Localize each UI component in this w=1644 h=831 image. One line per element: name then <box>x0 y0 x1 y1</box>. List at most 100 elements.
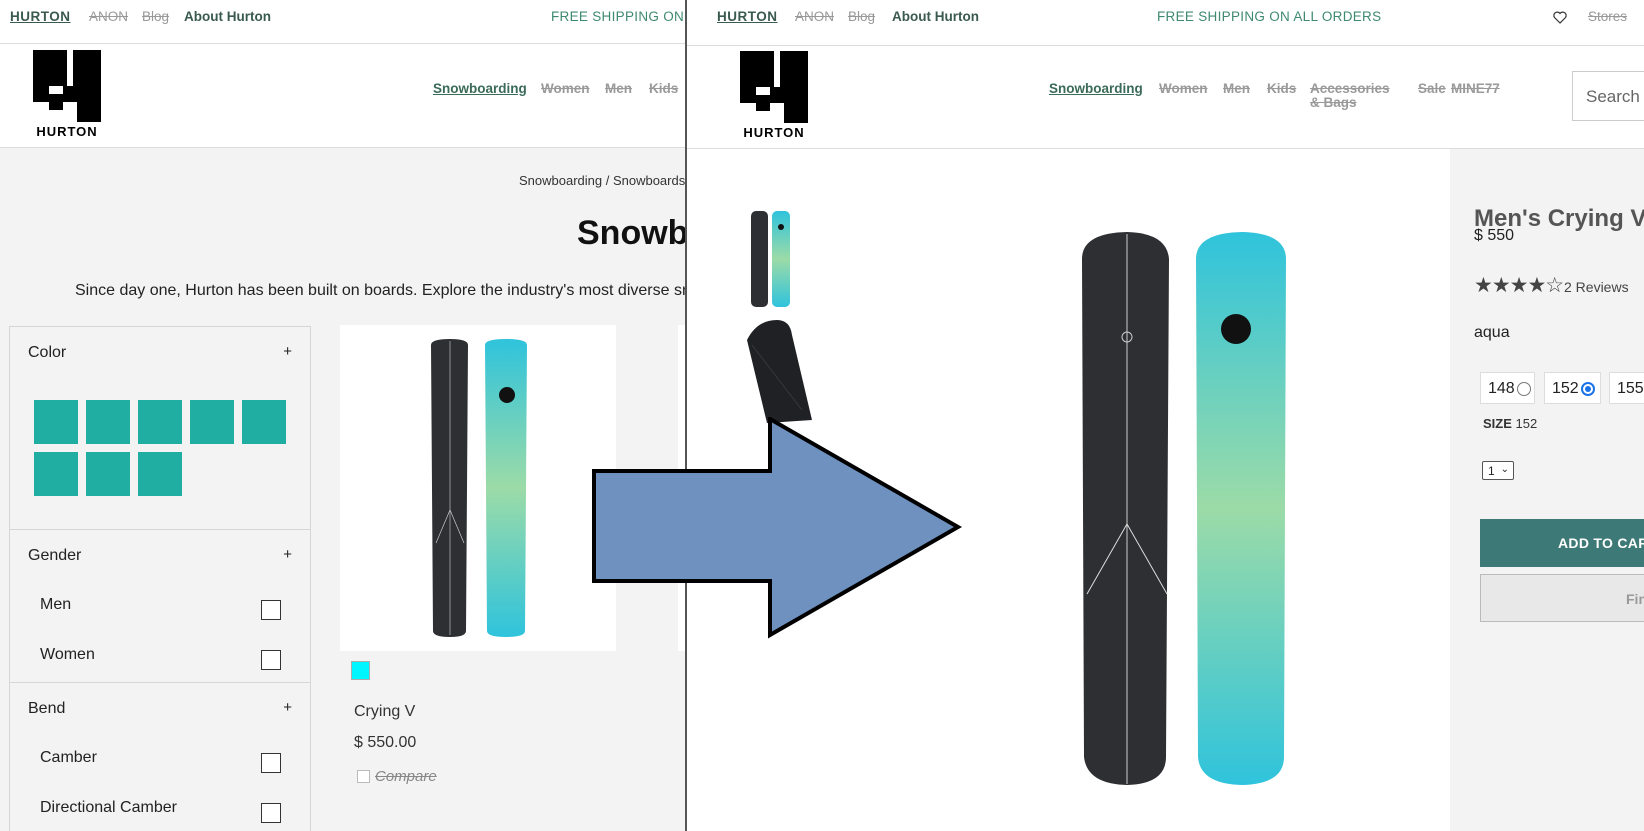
anon-link[interactable]: ANON <box>89 9 128 24</box>
blog-link[interactable]: Blog <box>142 9 169 24</box>
size-label-value: 152 <box>1515 416 1538 431</box>
color-swatch[interactable] <box>138 400 182 444</box>
product-price: $ 550 <box>1474 227 1515 244</box>
filter-checkbox[interactable] <box>261 803 281 823</box>
anon-link[interactable]: ANON <box>795 9 834 24</box>
size-option-155[interactable]: 155 <box>1609 372 1644 404</box>
product-name[interactable]: Crying V <box>354 703 415 721</box>
product-main-image[interactable] <box>1072 229 1322 789</box>
size-label-title: SIZE <box>1483 416 1512 431</box>
filter-option-label: Men <box>40 596 72 613</box>
hurton-logo[interactable]: HURTON <box>738 51 810 141</box>
logo-wordmark: HURTON <box>36 124 98 139</box>
filter-checkbox[interactable] <box>261 600 281 620</box>
brand-link[interactable]: HURTON <box>10 9 71 24</box>
product-price: $ 550.00 <box>354 734 417 751</box>
shipping-banner: FREE SHIPPING ON ALL ORDERS <box>1157 9 1382 24</box>
breadcrumb[interactable]: Snowboarding / Snowboards <box>519 173 685 188</box>
compare-checkbox[interactable] <box>357 770 370 783</box>
filter-option-men[interactable]: Men <box>10 582 310 632</box>
find-label: Find <box>1626 591 1644 607</box>
filter-bend: Bend + Camber Directional Camber <box>10 683 310 831</box>
nav-kids[interactable]: Kids <box>1267 81 1296 96</box>
logo-wordmark: HURTON <box>743 125 805 140</box>
expand-icon[interactable]: + <box>283 343 292 360</box>
color-swatch[interactable] <box>138 452 182 496</box>
selected-color: aqua <box>1474 324 1510 341</box>
filter-bend-label: Bend <box>28 700 66 717</box>
nav-sale[interactable]: Sale <box>1418 81 1446 96</box>
filter-option-label: Directional Camber <box>40 799 177 816</box>
filter-gender-header[interactable]: Gender + <box>10 530 310 582</box>
filter-option-camber[interactable]: Camber <box>10 735 310 785</box>
color-swatch[interactable] <box>190 400 234 444</box>
size-label: SIZE 152 <box>1483 416 1537 431</box>
nav-women[interactable]: Women <box>1159 81 1208 96</box>
star-rating-icon[interactable]: ★★★★☆ <box>1474 273 1564 298</box>
expand-icon[interactable]: + <box>283 699 292 716</box>
size-value: 155 <box>1617 380 1644 397</box>
size-value: 148 <box>1488 380 1515 397</box>
quantity-value: 1 <box>1488 464 1495 478</box>
heart-icon[interactable] <box>1553 11 1567 24</box>
blog-link[interactable]: Blog <box>848 9 875 24</box>
screenshot-composite: HURTON ANON Blog About Hurton FREE SHIPP… <box>0 0 1644 831</box>
size-option-152[interactable]: 152 <box>1544 372 1601 404</box>
product-card-image[interactable] <box>340 325 616 651</box>
nav-snowboarding[interactable]: Snowboarding <box>433 81 527 96</box>
reviews-link[interactable]: 2 Reviews <box>1564 279 1629 295</box>
nav-accessories-bags[interactable]: & Bags <box>1310 95 1357 110</box>
nav-men[interactable]: Men <box>605 81 632 96</box>
filter-option-label: Camber <box>40 749 97 766</box>
quantity-select[interactable]: 1 ⌄ <box>1482 461 1514 480</box>
add-to-cart-label: ADD TO CART <box>1558 535 1644 551</box>
compare-label[interactable]: Compare <box>375 768 437 785</box>
filter-color: Color + <box>10 327 310 530</box>
gallery-thumbnail[interactable] <box>747 209 793 309</box>
snowboard-thumbnail-icon <box>431 339 527 637</box>
color-swatch[interactable] <box>242 400 286 444</box>
chevron-down-icon: ⌄ <box>1500 464 1509 475</box>
color-swatch[interactable] <box>86 400 130 444</box>
product-color-swatch[interactable] <box>351 661 370 680</box>
filter-color-header[interactable]: Color + <box>10 327 310 379</box>
find-button[interactable]: Find <box>1480 574 1644 622</box>
color-swatch[interactable] <box>34 452 78 496</box>
filter-color-label: Color <box>28 344 67 361</box>
expand-icon[interactable]: + <box>283 546 292 563</box>
filter-checkbox[interactable] <box>261 753 281 773</box>
filter-gender-label: Gender <box>28 547 82 564</box>
filter-bend-header[interactable]: Bend + <box>10 683 310 735</box>
nav-accessories[interactable]: Accessories <box>1310 81 1390 96</box>
category-intro: Since day one, Hurton has been built on … <box>75 282 691 299</box>
color-swatch[interactable] <box>34 400 78 444</box>
filter-option-women[interactable]: Women <box>10 632 310 682</box>
stores-link[interactable]: Stores <box>1588 9 1627 24</box>
logo-mark-icon <box>740 51 808 123</box>
size-radio[interactable] <box>1517 382 1531 396</box>
search-input[interactable]: Search <box>1572 71 1644 121</box>
size-radio[interactable] <box>1581 382 1595 396</box>
hurton-logo[interactable]: HURTON <box>31 50 103 140</box>
nav-kids[interactable]: Kids <box>649 81 678 96</box>
brand-link[interactable]: HURTON <box>717 9 778 24</box>
filter-gender: Gender + Men Women <box>10 530 310 683</box>
nav-women[interactable]: Women <box>541 81 590 96</box>
product-page: HURTON ANON Blog About Hurton FREE SHIPP… <box>685 0 1644 831</box>
transition-arrow-icon <box>592 417 962 639</box>
nav-mine77[interactable]: MINE77 <box>1451 81 1500 96</box>
filter-option-directional-camber[interactable]: Directional Camber <box>10 785 310 831</box>
nav-snowboarding[interactable]: Snowboarding <box>1049 81 1143 96</box>
nav-men[interactable]: Men <box>1223 81 1250 96</box>
color-swatches <box>10 379 310 529</box>
about-link[interactable]: About Hurton <box>184 9 271 24</box>
size-value: 152 <box>1552 380 1579 397</box>
about-link[interactable]: About Hurton <box>892 9 979 24</box>
shipping-banner: FREE SHIPPING ON <box>551 9 685 24</box>
color-swatch[interactable] <box>86 452 130 496</box>
add-to-cart-button[interactable]: ADD TO CART <box>1480 519 1644 567</box>
gallery-thumbnail[interactable] <box>742 315 812 425</box>
size-option-148[interactable]: 148 <box>1480 372 1535 404</box>
filter-checkbox[interactable] <box>261 650 281 670</box>
site-header: HURTON Snowboarding Women Men Kids Acces… <box>687 46 1644 149</box>
